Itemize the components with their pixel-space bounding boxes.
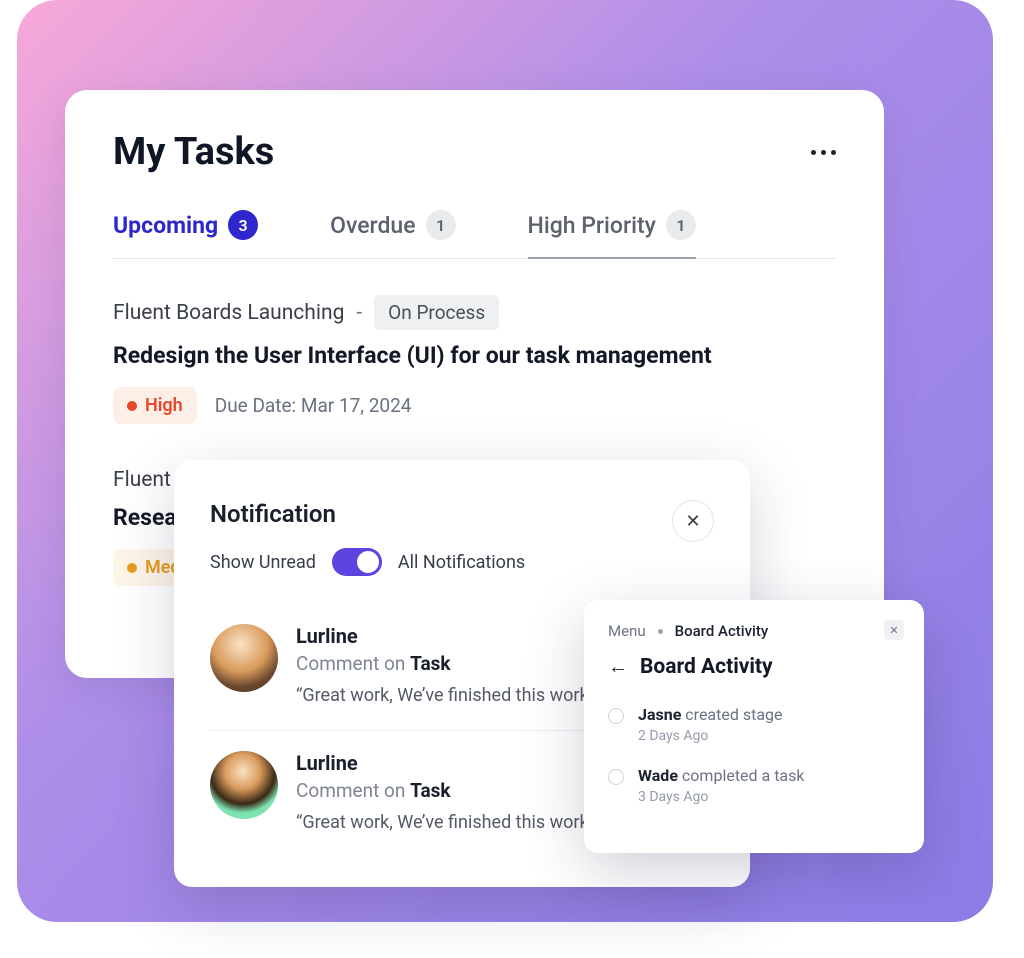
tab-upcoming[interactable]: Upcoming 3 [113,210,258,258]
breadcrumb-separator-icon [658,629,663,634]
tab-high-priority[interactable]: High Priority 1 [528,210,696,258]
tab-label: Upcoming [113,212,218,239]
separator: - [356,301,362,325]
close-icon[interactable]: ✕ [672,500,714,542]
tab-label: High Priority [528,212,656,239]
tab-count-badge: 1 [666,210,696,240]
tab-label: Overdue [330,212,415,239]
show-unread-label: Show Unread [210,552,316,573]
tab-count-badge: 1 [426,210,456,240]
activity-title: Board Activity [640,655,773,679]
task-project: Fluent [113,468,171,492]
breadcrumb: Menu Board Activity [608,622,900,640]
activity-time: 3 Days Ago [638,789,805,805]
page-title: My Tasks [113,130,274,174]
priority-label: High [145,395,183,416]
task-tabs: Upcoming 3 Overdue 1 High Priority 1 [113,210,836,259]
avatar [210,751,278,819]
activity-time: 2 Days Ago [638,728,783,744]
notification-title: Notification [210,500,714,528]
avatar [210,624,278,692]
close-icon[interactable]: ✕ [884,620,904,640]
activity-item[interactable]: Wade completed a task 3 Days Ago [608,766,900,805]
board-activity-panel: Menu Board Activity ✕ ← Board Activity J… [584,600,924,853]
activity-marker-icon [608,769,624,785]
task-item[interactable]: Fluent Boards Launching - On Process Red… [113,295,836,424]
status-badge: On Process [374,295,499,330]
tab-overdue[interactable]: Overdue 1 [330,210,455,258]
activity-text: Wade completed a task [638,766,805,785]
task-title: Redesign the User Interface (UI) for our… [113,342,836,369]
unread-toggle[interactable] [332,548,382,576]
priority-dot-icon [127,401,137,411]
priority-badge: High [113,387,197,424]
activity-text: Jasne created stage [638,705,783,724]
activity-marker-icon [608,708,624,724]
tab-count-badge: 3 [228,210,258,240]
activity-item[interactable]: Jasne created stage 2 Days Ago [608,705,900,744]
more-icon[interactable] [811,150,836,155]
task-project: Fluent Boards Launching [113,301,344,325]
due-date: Due Date: Mar 17, 2024 [215,394,412,417]
all-notifications-label: All Notifications [398,552,525,573]
breadcrumb-menu[interactable]: Menu [608,622,646,640]
back-arrow-icon[interactable]: ← [608,654,628,679]
priority-dot-icon [127,563,137,573]
breadcrumb-current: Board Activity [675,622,769,640]
